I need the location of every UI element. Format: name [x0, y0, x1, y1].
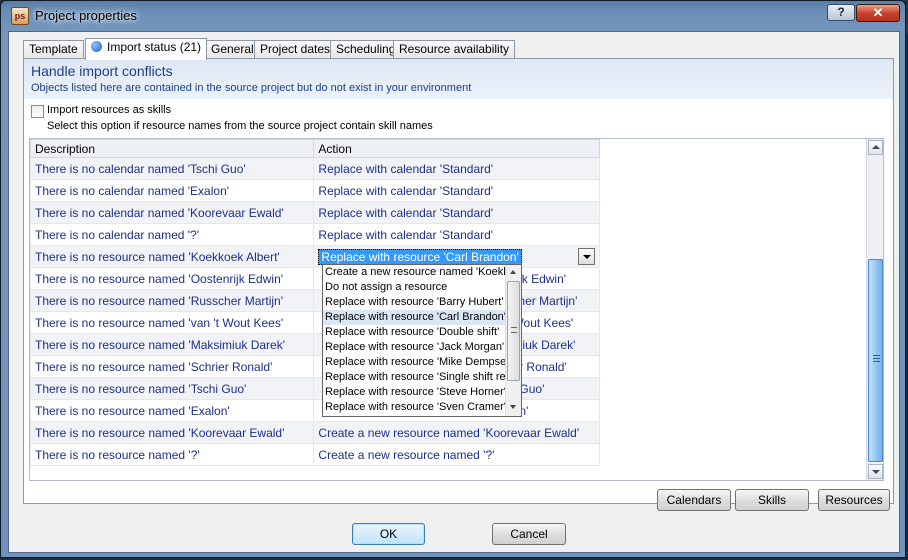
tab-project-dates[interactable]: Project dates — [254, 40, 337, 59]
tab-label: Resource availability — [399, 42, 510, 56]
table-row[interactable]: There is no calendar named 'Tschi Guo' R… — [30, 157, 600, 180]
action-cell[interactable]: Create a new resource named 'Koorevaar E… — [313, 421, 600, 444]
close-button[interactable]: ✕ — [856, 4, 900, 22]
column-header-action[interactable]: Action — [313, 139, 600, 158]
tab-label: Import status (21) — [107, 40, 202, 54]
table-row[interactable]: There is no resource named '?' Create a … — [30, 443, 600, 466]
tab-general[interactable]: General — [205, 40, 260, 59]
dropdown-option[interactable]: Replace with resource 'Double shift' — [323, 325, 506, 340]
grip-icon — [511, 327, 517, 333]
dropdown-option[interactable]: Replace with resource 'Single shift res' — [323, 370, 506, 385]
dropdown-option[interactable]: Replace with resource 'Jack Morgan' — [323, 340, 506, 355]
scroll-down-arrow-icon[interactable] — [507, 401, 520, 414]
skills-button[interactable]: Skills — [735, 489, 809, 511]
table-row[interactable]: There is no resource named 'Koorevaar Ew… — [30, 421, 600, 444]
calendars-button[interactable]: Calendars — [657, 489, 731, 511]
conflicts-grid: Description Action There is no calendar … — [29, 138, 884, 481]
import-as-skills-hint: Select this option if resource names fro… — [47, 120, 433, 132]
help-button[interactable]: ? — [827, 4, 855, 21]
description-cell: There is no calendar named 'Koorevaar Ew… — [30, 201, 315, 224]
description-cell: There is no resource named 'Tschi Guo' — [30, 377, 315, 400]
action-cell[interactable]: Replace with calendar 'Standard' — [313, 201, 600, 224]
dropdown-scrollbar-thumb[interactable] — [507, 281, 520, 381]
action-cell[interactable]: Replace with calendar 'Standard' — [313, 223, 600, 246]
tab-label: General — [211, 42, 254, 56]
dropdown-option[interactable]: Create a new resource named 'Koekkoek Al… — [323, 265, 506, 280]
dropdown-option-selected[interactable]: Replace with resource 'Carl Brandon' — [323, 310, 506, 325]
window-title: Project properties — [35, 8, 137, 23]
grip-icon — [873, 355, 880, 362]
tab-template[interactable]: Template — [23, 40, 84, 59]
action-combobox-value[interactable]: Replace with resource 'Carl Brandon' — [318, 248, 522, 265]
description-cell: There is no resource named 'van 't Wout … — [30, 311, 315, 334]
cancel-button[interactable]: Cancel — [492, 523, 566, 545]
tab-label: Project dates — [260, 42, 331, 56]
dropdown-scrollbar[interactable] — [505, 265, 521, 416]
table-row[interactable]: There is no calendar named '?' Replace w… — [30, 223, 600, 246]
tab-import-status[interactable]: Import status (21) — [85, 38, 208, 60]
tab-scheduling[interactable]: Scheduling — [330, 40, 402, 59]
action-cell[interactable]: Replace with calendar 'Standard' — [313, 179, 600, 202]
description-cell: There is no resource named 'Russcher Mar… — [30, 289, 315, 312]
info-icon — [91, 41, 102, 52]
import-status-panel: Handle import conflicts Objects listed h… — [23, 58, 894, 504]
table-row[interactable]: There is no calendar named 'Exalon' Repl… — [30, 179, 600, 202]
description-cell: There is no resource named 'Koorevaar Ew… — [30, 421, 315, 444]
table-row[interactable]: There is no calendar named 'Koorevaar Ew… — [30, 201, 600, 224]
panel-heading: Handle import conflicts — [31, 63, 173, 79]
import-as-skills-label[interactable]: Import resources as skills — [47, 104, 171, 116]
app-icon: ps — [11, 7, 29, 25]
description-cell: There is no resource named 'Exalon' — [30, 399, 315, 422]
scroll-up-arrow-icon[interactable] — [868, 140, 883, 155]
title-bar[interactable]: ps Project properties ? ✕ — [1, 1, 905, 31]
tab-label: Template — [29, 42, 78, 56]
description-cell: There is no calendar named 'Tschi Guo' — [30, 157, 315, 180]
panel-subheading: Objects listed here are contained in the… — [31, 82, 472, 94]
description-cell: There is no resource named 'Schrier Rona… — [30, 355, 315, 378]
dropdown-option[interactable]: Replace with resource 'Sven Cramer' — [323, 400, 506, 415]
panel-header: Handle import conflicts Objects listed h… — [24, 59, 893, 99]
action-dropdown-list[interactable]: Create a new resource named 'Koekkoek Al… — [322, 264, 522, 417]
tab-label: Scheduling — [336, 42, 396, 56]
action-cell[interactable]: Replace with calendar 'Standard' — [313, 157, 600, 180]
scrollbar-thumb[interactable] — [868, 259, 883, 462]
description-cell: There is no calendar named '?' — [30, 223, 315, 246]
column-header-description[interactable]: Description — [30, 139, 315, 158]
import-as-skills-checkbox[interactable] — [31, 105, 44, 118]
combobox-dropdown-button[interactable] — [578, 248, 595, 265]
description-cell: There is no calendar named 'Exalon' — [30, 179, 315, 202]
tab-resource-availability[interactable]: Resource availability — [393, 40, 516, 59]
dropdown-option[interactable]: Do not assign a resource — [323, 280, 506, 295]
description-cell: There is no resource named 'Koekkoek Alb… — [30, 245, 315, 268]
description-cell: There is no resource named '?' — [30, 443, 315, 466]
action-cell[interactable]: Create a new resource named '?' — [313, 443, 600, 466]
dropdown-option[interactable]: Replace with resource 'Mike Dempsey' — [323, 355, 506, 370]
description-cell: There is no resource named 'Maksimiuk Da… — [30, 333, 315, 356]
project-properties-window: ps Project properties ? ✕ Template Impor… — [0, 0, 906, 558]
resources-button[interactable]: Resources — [818, 489, 890, 511]
ok-button[interactable]: OK — [352, 523, 425, 545]
dialog-client-area: Template Import status (21) General Proj… — [8, 31, 900, 553]
description-cell: There is no resource named 'Oostenrijk E… — [30, 267, 315, 290]
scroll-up-arrow-icon[interactable] — [507, 266, 520, 279]
dropdown-option[interactable]: Replace with resource 'Steve Horner' — [323, 385, 506, 400]
scroll-down-arrow-icon[interactable] — [868, 464, 883, 479]
dropdown-option[interactable]: Replace with resource 'Barry Hubert' — [323, 295, 506, 310]
grid-vertical-scrollbar[interactable] — [866, 139, 883, 480]
